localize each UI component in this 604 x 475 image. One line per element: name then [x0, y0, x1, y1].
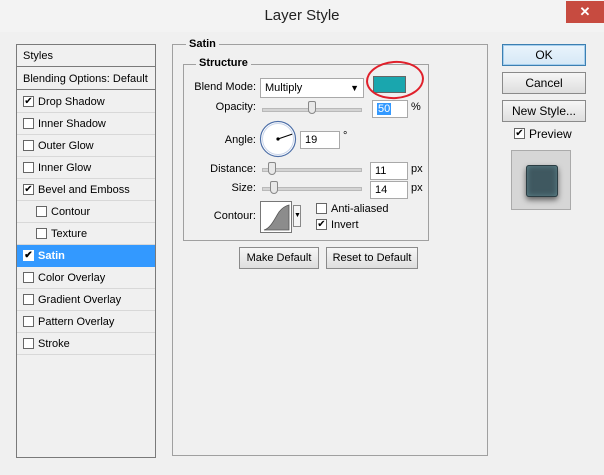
opacity-value: 50 [377, 103, 392, 115]
opacity-unit: % [411, 101, 421, 113]
distance-input[interactable]: 11 [370, 162, 408, 180]
opacity-input[interactable]: 50 [372, 100, 408, 118]
ok-button[interactable]: OK [502, 44, 586, 66]
contour-curve-icon [263, 204, 290, 231]
angle-value: 19 [305, 134, 318, 146]
style-item-label: Pattern Overlay [38, 316, 115, 328]
anti-aliased-label: Anti-aliased [331, 203, 389, 215]
style-item-bevel-and-emboss[interactable]: ✔ Bevel and Emboss [17, 179, 155, 201]
distance-label: Distance: [210, 163, 256, 175]
invert-checkbox-box: ✔ [316, 218, 327, 230]
blend-mode-value: Multiply [265, 82, 303, 94]
style-item-label: Inner Glow [38, 162, 92, 174]
style-item-label: Texture [51, 228, 88, 240]
style-item-outer-glow[interactable]: Outer Glow [17, 135, 155, 157]
style-item-label: Drop Shadow [38, 96, 105, 108]
style-item-checkbox[interactable]: ✔ [23, 95, 34, 107]
style-item-label: Color Overlay [38, 272, 106, 284]
style-item-checkbox[interactable] [36, 227, 47, 239]
styles-header[interactable]: Styles [17, 45, 155, 67]
style-item-checkbox[interactable] [23, 139, 34, 151]
cancel-button[interactable]: Cancel [502, 72, 586, 94]
preview-label: Preview [529, 127, 572, 141]
contour-label: Contour: [213, 210, 256, 222]
reset-to-default-button[interactable]: Reset to Default [326, 247, 418, 269]
preview-checkbox-box: ✔ [514, 128, 525, 140]
blending-options-label: Blending Options: Default [23, 73, 148, 85]
style-item-checkbox[interactable] [23, 315, 34, 327]
opacity-slider-thumb[interactable] [308, 101, 316, 114]
distance-slider[interactable] [262, 168, 362, 172]
blend-mode-select[interactable]: Multiply ▼ [260, 78, 364, 98]
style-item-checkbox[interactable]: ✔ [23, 249, 34, 261]
style-item-contour[interactable]: Contour [17, 201, 155, 223]
style-item-drop-shadow[interactable]: ✔ Drop Shadow [17, 91, 155, 113]
invert-label: Invert [331, 219, 359, 231]
size-slider-thumb[interactable] [270, 181, 278, 194]
blending-options-item[interactable]: Blending Options: Default [17, 68, 155, 90]
style-item-label: Contour [51, 206, 91, 218]
distance-unit: px [411, 163, 423, 175]
style-item-label: Gradient Overlay [38, 294, 122, 306]
style-item-checkbox[interactable] [23, 117, 34, 129]
size-value: 14 [375, 184, 388, 196]
distance-slider-thumb[interactable] [268, 162, 276, 175]
chevron-down-icon: ▼ [350, 83, 359, 93]
style-item-gradient-overlay[interactable]: Gradient Overlay [17, 289, 155, 311]
style-item-label: Outer Glow [38, 140, 94, 152]
style-item-inner-shadow[interactable]: Inner Shadow [17, 113, 155, 135]
style-item-stroke[interactable]: Stroke [17, 333, 155, 355]
style-item-label: Satin [38, 250, 65, 262]
style-item-inner-glow[interactable]: Inner Glow [17, 157, 155, 179]
satin-group-title: Satin [186, 38, 219, 50]
distance-value: 11 [375, 165, 387, 177]
style-item-checkbox[interactable] [23, 337, 34, 349]
style-item-checkbox[interactable] [23, 293, 34, 305]
preview-thumbnail [511, 150, 571, 210]
opacity-label: Opacity: [215, 101, 256, 113]
angle-unit: ° [343, 130, 348, 142]
preview-tile [526, 165, 558, 197]
style-item-pattern-overlay[interactable]: Pattern Overlay [17, 311, 155, 333]
angle-dial[interactable] [259, 120, 297, 158]
style-item-checkbox[interactable] [23, 271, 34, 283]
style-item-checkbox[interactable] [36, 205, 47, 217]
anti-aliased-checkbox-box [316, 202, 327, 214]
invert-checkbox[interactable]: ✔ Invert [316, 218, 359, 231]
close-button[interactable]: ✕ [566, 1, 604, 23]
contour-dropdown-icon[interactable]: ▼ [293, 205, 301, 227]
preview-checkbox[interactable]: ✔ Preview [514, 127, 572, 141]
style-item-label: Inner Shadow [38, 118, 106, 130]
style-item-checkbox[interactable]: ✔ [23, 183, 34, 195]
styles-header-label: Styles [23, 50, 53, 62]
style-item-color-overlay[interactable]: Color Overlay [17, 267, 155, 289]
anti-aliased-checkbox[interactable]: Anti-aliased [316, 202, 389, 215]
angle-input[interactable]: 19 [300, 131, 340, 149]
make-default-button[interactable]: Make Default [239, 247, 319, 269]
contour-preview[interactable] [260, 201, 292, 233]
style-item-label: Stroke [38, 338, 70, 350]
blend-mode-label: Blend Mode: [194, 81, 256, 93]
angle-dial-center [276, 137, 280, 141]
style-item-checkbox[interactable] [23, 161, 34, 173]
style-item-texture[interactable]: Texture [17, 223, 155, 245]
style-item-label: Bevel and Emboss [38, 184, 130, 196]
structure-group-title: Structure [196, 57, 251, 69]
window-title: Layer Style [264, 7, 340, 24]
angle-label: Angle: [224, 134, 256, 146]
size-unit: px [411, 182, 423, 194]
size-label: Size: [231, 182, 256, 194]
size-input[interactable]: 14 [370, 181, 408, 199]
new-style-button[interactable]: New Style... [502, 100, 586, 122]
style-item-satin[interactable]: ✔ Satin [17, 245, 155, 267]
styles-list: Styles Blending Options: Default ✔ Drop S… [16, 44, 156, 458]
